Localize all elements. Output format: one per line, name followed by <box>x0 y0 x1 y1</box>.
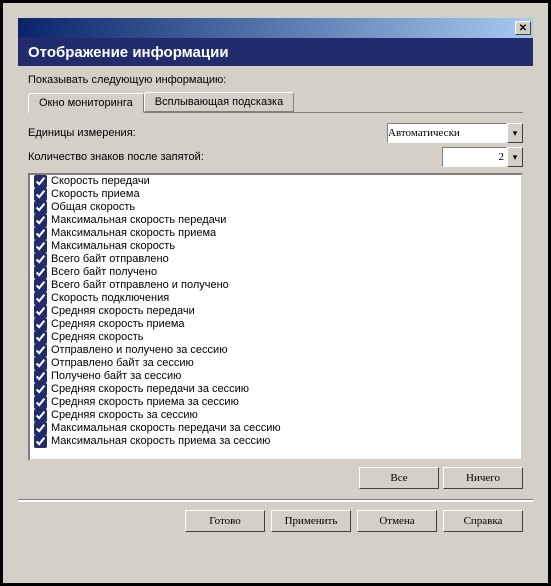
list-item[interactable]: Средняя скорость за сессию <box>30 409 521 422</box>
item-label: Максимальная скорость приема <box>51 227 216 240</box>
list-item[interactable]: Максимальная скорость <box>30 240 521 253</box>
list-item[interactable]: Максимальная скорость передачи <box>30 214 521 227</box>
list-item[interactable]: Максимальная скорость передачи за сессию <box>30 422 521 435</box>
apply-button[interactable]: Применить <box>271 510 351 532</box>
list-item[interactable]: Скорость подключения <box>30 292 521 305</box>
item-label: Всего байт отправлено <box>51 253 169 266</box>
list-item[interactable]: Скорость передачи <box>30 175 521 188</box>
list-item[interactable]: Максимальная скорость приема <box>30 227 521 240</box>
item-label: Максимальная скорость приема за сессию <box>51 435 270 448</box>
decimals-label: Количество знаков после запятой: <box>28 151 204 163</box>
item-label: Средняя скорость приема <box>51 318 185 331</box>
item-label: Скорость подключения <box>51 292 169 305</box>
item-checkbox[interactable] <box>34 318 47 331</box>
close-icon[interactable]: ✕ <box>515 21 531 35</box>
item-label: Средняя скорость передачи <box>51 305 195 318</box>
cancel-button[interactable]: Отмена <box>357 510 437 532</box>
units-label: Единицы измерения: <box>28 127 136 139</box>
item-label: Скорость передачи <box>51 175 150 188</box>
content-area: Показывать следующую информацию: Окно мо… <box>18 66 533 493</box>
list-item[interactable]: Всего байт получено <box>30 266 521 279</box>
item-checkbox[interactable] <box>34 253 47 266</box>
item-label: Средняя скорость приема за сессию <box>51 396 239 409</box>
tab-monitoring-window[interactable]: Окно мониторинга <box>28 93 144 113</box>
list-item[interactable]: Максимальная скорость приема за сессию <box>30 435 521 448</box>
item-label: Отправлено и получено за сессию <box>51 344 227 357</box>
page-title: Отображение информации <box>28 44 229 61</box>
item-checkbox[interactable] <box>34 331 47 344</box>
item-label: Средняя скорость <box>51 331 143 344</box>
item-checkbox[interactable] <box>34 383 47 396</box>
decimals-select[interactable] <box>442 147 507 167</box>
list-item[interactable]: Средняя скорость передачи <box>30 305 521 318</box>
item-label: Получено байт за сессию <box>51 370 181 383</box>
item-checkbox[interactable] <box>34 396 47 409</box>
item-checkbox[interactable] <box>34 435 47 448</box>
item-checkbox[interactable] <box>34 357 47 370</box>
item-label: Средняя скорость за сессию <box>51 409 198 422</box>
item-label: Всего байт получено <box>51 266 157 279</box>
item-checkbox[interactable] <box>34 240 47 253</box>
list-item[interactable]: Получено байт за сессию <box>30 370 521 383</box>
list-item[interactable]: Средняя скорость приема за сессию <box>30 396 521 409</box>
help-button[interactable]: Справка <box>443 510 523 532</box>
list-item[interactable]: Средняя скорость передачи за сессию <box>30 383 521 396</box>
list-item[interactable]: Средняя скорость приема <box>30 318 521 331</box>
item-checkbox[interactable] <box>34 409 47 422</box>
checkbox-list[interactable]: Скорость передачиСкорость приемаОбщая ск… <box>28 173 523 461</box>
tabs: Окно мониторинга Всплывающая подсказка <box>28 92 523 113</box>
item-checkbox[interactable] <box>34 279 47 292</box>
list-item[interactable]: Всего байт отправлено и получено <box>30 279 521 292</box>
dropdown-icon[interactable] <box>507 147 523 167</box>
item-label: Средняя скорость передачи за сессию <box>51 383 249 396</box>
item-checkbox[interactable] <box>34 201 47 214</box>
item-label: Максимальная скорость передачи за сессию <box>51 422 281 435</box>
dropdown-icon[interactable] <box>507 123 523 143</box>
tab-popup-tooltip[interactable]: Всплывающая подсказка <box>144 92 294 112</box>
prompt-label: Показывать следующую информацию: <box>28 74 523 86</box>
dialog-window: ✕ Отображение информации Показывать след… <box>18 18 533 583</box>
list-item[interactable]: Общая скорость <box>30 201 521 214</box>
item-label: Отправлено байт за сессию <box>51 357 194 370</box>
item-label: Скорость приема <box>51 188 140 201</box>
list-item[interactable]: Всего байт отправлено <box>30 253 521 266</box>
list-item[interactable]: Отправлено байт за сессию <box>30 357 521 370</box>
item-checkbox[interactable] <box>34 344 47 357</box>
done-button[interactable]: Готово <box>185 510 265 532</box>
header: Отображение информации <box>18 38 533 66</box>
item-checkbox[interactable] <box>34 188 47 201</box>
item-label: Общая скорость <box>51 201 135 214</box>
all-button[interactable]: Все <box>359 467 439 489</box>
item-checkbox[interactable] <box>34 266 47 279</box>
item-checkbox[interactable] <box>34 214 47 227</box>
item-checkbox[interactable] <box>34 370 47 383</box>
titlebar: ✕ <box>18 18 533 38</box>
list-item[interactable]: Скорость приема <box>30 188 521 201</box>
item-label: Всего байт отправлено и получено <box>51 279 229 292</box>
list-item[interactable]: Отправлено и получено за сессию <box>30 344 521 357</box>
item-checkbox[interactable] <box>34 305 47 318</box>
units-select[interactable] <box>387 123 507 143</box>
none-button[interactable]: Ничего <box>443 467 523 489</box>
item-label: Максимальная скорость передачи <box>51 214 226 227</box>
footer-buttons: Готово Применить Отмена Справка <box>18 501 533 542</box>
item-checkbox[interactable] <box>34 292 47 305</box>
list-item[interactable]: Средняя скорость <box>30 331 521 344</box>
item-checkbox[interactable] <box>34 422 47 435</box>
item-checkbox[interactable] <box>34 227 47 240</box>
item-label: Максимальная скорость <box>51 240 175 253</box>
item-checkbox[interactable] <box>34 175 47 188</box>
